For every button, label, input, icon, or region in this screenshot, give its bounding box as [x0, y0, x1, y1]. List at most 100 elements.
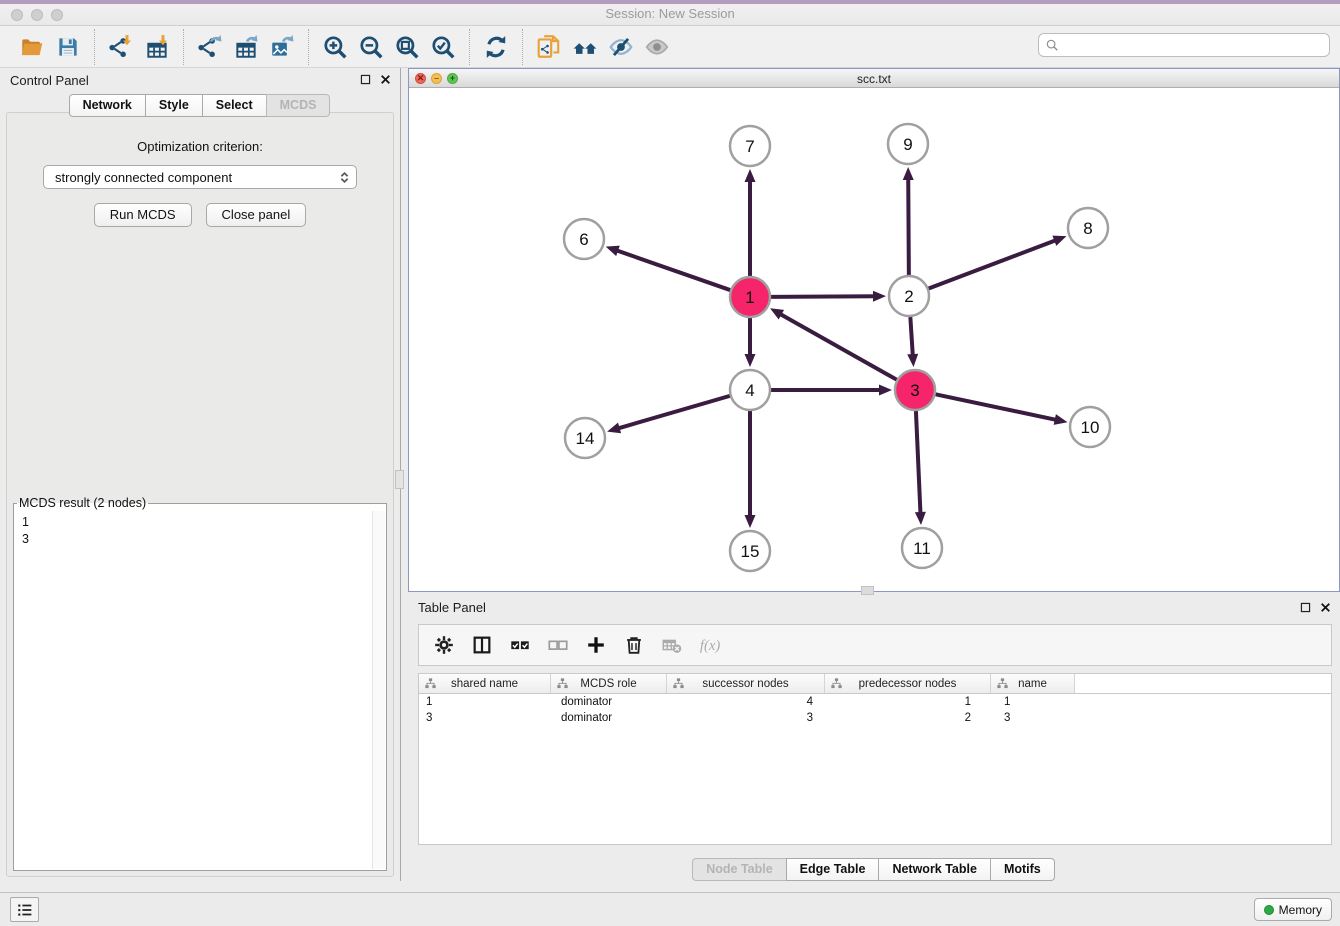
graph-edge-4-14[interactable] — [607, 396, 730, 433]
vertical-splitter-grip[interactable] — [395, 470, 404, 489]
table-cell[interactable]: 2 — [825, 710, 991, 726]
new-column-icon[interactable] — [579, 630, 613, 660]
float-table-panel-icon[interactable] — [1299, 601, 1312, 614]
table-tab-network-table[interactable]: Network Table — [878, 858, 991, 881]
save-session-icon[interactable] — [50, 31, 86, 63]
zoom-selected-icon[interactable] — [425, 31, 461, 63]
deselect-all-columns-icon[interactable] — [541, 630, 575, 660]
graph-node-14[interactable]: 14 — [565, 418, 605, 458]
float-panel-icon[interactable] — [359, 73, 372, 86]
graph-node-7[interactable]: 7 — [730, 126, 770, 166]
mcds-result-item: 1 — [22, 514, 371, 531]
close-panel-button[interactable]: Close panel — [206, 203, 307, 227]
run-mcds-button[interactable]: Run MCDS — [94, 203, 192, 227]
export-network-icon[interactable] — [192, 31, 228, 63]
close-panel-icon[interactable] — [379, 73, 392, 86]
column-header-successor-nodes[interactable]: successor nodes — [667, 674, 825, 693]
graph-node-4[interactable]: 4 — [730, 370, 770, 410]
table-cell[interactable]: 1 — [419, 694, 551, 710]
table-body: 1dominator4113dominator323 — [419, 694, 1331, 726]
graph-node-8[interactable]: 8 — [1068, 208, 1108, 248]
search-box[interactable] — [1038, 33, 1330, 57]
network-minimize-button[interactable]: – — [431, 73, 442, 84]
graph-edge-1-2[interactable] — [771, 291, 886, 302]
column-header-predecessor-nodes[interactable]: predecessor nodes — [825, 674, 991, 693]
table-cell[interactable]: 1 — [825, 694, 991, 710]
table-cell[interactable]: 3 — [991, 710, 1075, 726]
network-canvas[interactable]: 7 9 6 8 1 2 4 3 14 10 15 11 — [409, 88, 1339, 591]
graph-edge-4-3[interactable] — [771, 385, 892, 396]
memory-button[interactable]: Memory — [1254, 898, 1332, 921]
hide-selected-icon[interactable] — [603, 31, 639, 63]
graph-edge-4-15[interactable] — [745, 411, 756, 528]
graph-node-1[interactable]: 1 — [730, 277, 770, 317]
network-from-selection-icon[interactable] — [531, 31, 567, 63]
svg-text:6: 6 — [579, 230, 588, 249]
task-history-button[interactable] — [10, 897, 39, 922]
toolbar-group — [522, 29, 683, 65]
tab-mcds: MCDS — [266, 94, 331, 117]
table-toolbar: f(x) — [418, 624, 1332, 666]
graph-edge-1-7[interactable] — [745, 169, 756, 276]
table-cell[interactable]: 3 — [667, 710, 825, 726]
graph-edge-1-4[interactable] — [745, 318, 756, 367]
graph-node-11[interactable]: 11 — [902, 528, 942, 568]
zoom-in-icon[interactable] — [317, 31, 353, 63]
open-session-icon[interactable] — [14, 31, 50, 63]
column-header-shared-name[interactable]: shared name — [419, 674, 551, 693]
column-type-icon — [996, 677, 1009, 690]
mcds-result-scrollbar[interactable] — [372, 511, 385, 869]
graph-edge-2-8[interactable] — [929, 236, 1067, 289]
first-neighbors-icon[interactable] — [567, 31, 603, 63]
graph-edge-3-10[interactable] — [936, 394, 1068, 425]
show-columns-icon[interactable] — [465, 630, 499, 660]
import-table-icon[interactable] — [139, 31, 175, 63]
table-row[interactable]: 1dominator411 — [419, 694, 1331, 710]
table-cell[interactable]: dominator — [551, 710, 667, 726]
table-cell[interactable]: 1 — [991, 694, 1075, 710]
graph-edge-2-3[interactable] — [907, 317, 918, 367]
graph-edge-1-6[interactable] — [606, 246, 730, 290]
toolbar-group — [183, 29, 308, 65]
graph-edge-3-1[interactable] — [770, 308, 897, 379]
memory-label: Memory — [1279, 903, 1322, 917]
column-type-icon — [556, 677, 569, 690]
column-header-name[interactable]: name — [991, 674, 1075, 693]
apply-layout-icon[interactable] — [478, 31, 514, 63]
table-cell[interactable]: 4 — [667, 694, 825, 710]
graph-node-10[interactable]: 10 — [1070, 407, 1110, 447]
close-table-panel-icon[interactable] — [1319, 601, 1332, 614]
tab-network[interactable]: Network — [69, 94, 146, 117]
column-type-icon — [424, 677, 437, 690]
table-row[interactable]: 3dominator323 — [419, 710, 1331, 726]
network-maximize-button[interactable]: + — [447, 73, 458, 84]
select-all-columns-icon[interactable] — [503, 630, 537, 660]
export-table-icon[interactable] — [228, 31, 264, 63]
main-toolbar — [0, 26, 1340, 68]
horizontal-splitter-grip[interactable] — [861, 586, 874, 595]
table-tab-edge-table[interactable]: Edge Table — [786, 858, 880, 881]
graph-node-6[interactable]: 6 — [564, 219, 604, 259]
tab-style[interactable]: Style — [145, 94, 203, 117]
search-input[interactable] — [1063, 38, 1323, 52]
export-image-icon[interactable] — [264, 31, 300, 63]
table-options-icon[interactable] — [427, 630, 461, 660]
table-cell[interactable]: 3 — [419, 710, 551, 726]
table-cell[interactable]: dominator — [551, 694, 667, 710]
graph-edge-2-9[interactable] — [903, 167, 914, 275]
table-tab-motifs[interactable]: Motifs — [990, 858, 1055, 881]
node-table: shared nameMCDS rolesuccessor nodesprede… — [418, 673, 1332, 845]
graph-node-9[interactable]: 9 — [888, 124, 928, 164]
zoom-out-icon[interactable] — [353, 31, 389, 63]
import-network-icon[interactable] — [103, 31, 139, 63]
graph-node-2[interactable]: 2 — [889, 276, 929, 316]
delete-columns-icon[interactable] — [617, 630, 651, 660]
criterion-select[interactable]: strongly connected component — [43, 165, 357, 189]
graph-node-3[interactable]: 3 — [895, 370, 935, 410]
column-header-MCDS-role[interactable]: MCDS role — [551, 674, 667, 693]
zoom-fit-icon[interactable] — [389, 31, 425, 63]
network-close-button[interactable]: ✕ — [415, 73, 426, 84]
tab-select[interactable]: Select — [202, 94, 267, 117]
graph-edge-3-11[interactable] — [915, 411, 926, 525]
graph-node-15[interactable]: 15 — [730, 531, 770, 571]
